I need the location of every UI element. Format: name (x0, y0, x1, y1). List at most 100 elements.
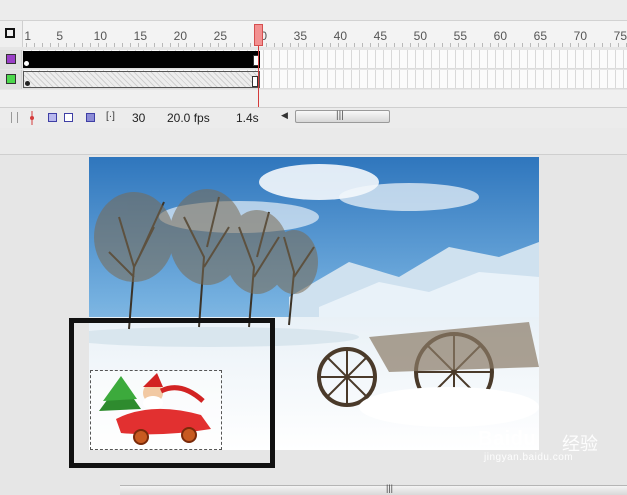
watermark-logo: Baidu (478, 428, 537, 450)
ruler-tick (210, 43, 211, 47)
ruler-tick (474, 43, 475, 47)
ruler-tick (578, 43, 579, 47)
ruler-tick (322, 43, 323, 47)
onion-skin-outline-icon[interactable] (64, 113, 73, 122)
ruler-tick (42, 43, 43, 47)
layer-color-swatch (6, 74, 16, 84)
timeline-empty-area (0, 90, 627, 107)
playhead-line (258, 46, 259, 108)
ruler-tick (562, 43, 563, 47)
ruler-number: 25 (213, 29, 228, 43)
keyframe-dot[interactable] (25, 81, 30, 86)
ruler-tick (202, 43, 203, 47)
ruler-tick (594, 43, 595, 47)
layer-row-2[interactable] (0, 70, 627, 89)
scroll-grip-icon: ||| (336, 110, 344, 121)
scroll-left-icon[interactable]: ◀ (281, 110, 288, 121)
ruler-number: 70 (573, 29, 588, 43)
ruler-tick (74, 43, 75, 47)
ruler-tick (458, 43, 459, 47)
playhead-marker[interactable] (254, 24, 263, 46)
ruler-tick (50, 43, 51, 47)
ruler-tick (378, 43, 379, 47)
ruler-tick (554, 43, 555, 47)
ruler-tick (522, 43, 523, 47)
ruler-tick (530, 43, 531, 47)
ruler-tick (610, 43, 611, 47)
tween-span[interactable] (23, 51, 260, 68)
ruler-tick (306, 43, 307, 47)
ruler-number: 5 (56, 29, 64, 43)
watermark-sub: jingyan.baidu.com (484, 452, 574, 463)
ruler-number: 55 (453, 29, 468, 43)
timeline-horizontal-scrollbar[interactable]: ||| (295, 110, 390, 123)
ruler-tick (330, 43, 331, 47)
ruler-tick (434, 43, 435, 47)
ruler-tick (178, 43, 179, 47)
center-frame-icon[interactable] (28, 111, 36, 125)
layer-label-1[interactable] (0, 50, 22, 69)
ruler-number: 1 (24, 29, 32, 43)
ruler-label-cell (0, 21, 23, 47)
ruler-tick (402, 43, 403, 47)
ruler-tick (106, 43, 107, 47)
ruler-tick (490, 43, 491, 47)
ruler-tick (98, 43, 99, 47)
ruler-number: 15 (133, 29, 148, 43)
ruler-tick (186, 43, 187, 47)
ruler-tick (282, 43, 283, 47)
baidu-watermark: Baidu 经验 jingyan.baidu.com (478, 428, 618, 468)
ruler-tick (618, 43, 619, 47)
ruler-number: 75 (613, 29, 627, 43)
outline-square-icon[interactable] (5, 28, 15, 38)
ruler-tick (266, 43, 267, 47)
ruler-number: 45 (373, 29, 388, 43)
frame-ruler[interactable]: 151015202530354045505560657075 (0, 21, 627, 47)
layer-label-2[interactable] (0, 70, 22, 89)
ruler-tick (130, 43, 131, 47)
modify-markers-icon[interactable]: [·] (106, 111, 115, 122)
ruler-tick (498, 43, 499, 47)
ruler-tick (570, 43, 571, 47)
ruler-tick (394, 43, 395, 47)
ruler-tick (602, 43, 603, 47)
edit-multiple-frames-icon[interactable] (86, 113, 95, 122)
ruler-tick (338, 43, 339, 47)
ruler-tick (138, 43, 139, 47)
ruler-tick (586, 43, 587, 47)
ruler-tick (298, 43, 299, 47)
ruler-tick (346, 43, 347, 47)
ruler-number: 60 (493, 29, 508, 43)
ruler-number: 65 (533, 29, 548, 43)
ruler-tick (482, 43, 483, 47)
ruler-tick (274, 43, 275, 47)
ruler-tick (194, 43, 195, 47)
ruler-number: 10 (93, 29, 108, 43)
ruler-number: 40 (333, 29, 348, 43)
ruler-tick (90, 43, 91, 47)
frame-span[interactable] (23, 71, 260, 88)
keyframe-dot[interactable] (24, 61, 29, 66)
onion-skin-icon[interactable] (48, 113, 57, 122)
ruler-tick (146, 43, 147, 47)
ruler-tick (226, 43, 227, 47)
ruler-tick (418, 43, 419, 47)
ruler-tick (290, 43, 291, 47)
ruler-tick (34, 43, 35, 47)
selection-rectangle (69, 318, 275, 468)
layer-row-1[interactable] (0, 50, 627, 69)
ruler-tick (514, 43, 515, 47)
stage-horizontal-scrollbar[interactable]: ||| (120, 483, 627, 495)
ruler-tick (250, 43, 251, 47)
edit-bar (0, 128, 627, 155)
ruler-tick (122, 43, 123, 47)
ruler-tick (370, 43, 371, 47)
ruler-tick (234, 43, 235, 47)
ruler-number: 50 (413, 29, 428, 43)
grip-icon (11, 112, 18, 123)
ruler-tick (170, 43, 171, 47)
ruler-tick (362, 43, 363, 47)
ruler-tick (162, 43, 163, 47)
ruler-tick (386, 43, 387, 47)
ruler-tick (466, 43, 467, 47)
